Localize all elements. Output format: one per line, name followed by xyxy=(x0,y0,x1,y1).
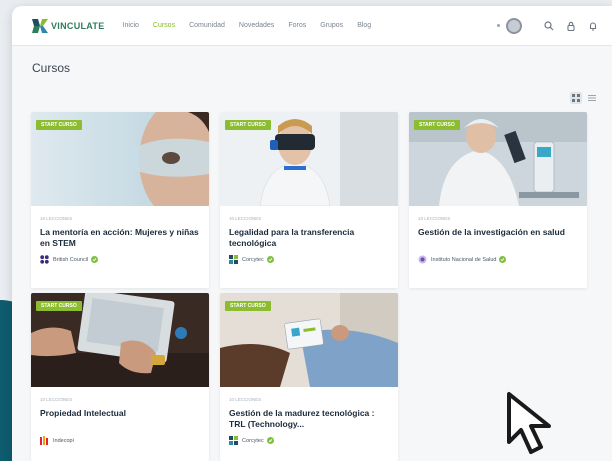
main-nav: Inicio Cursos Comunidad Novedades Foros … xyxy=(123,22,386,29)
ins-logo-icon xyxy=(418,255,427,264)
nav-item-foros[interactable]: Foros xyxy=(288,22,306,29)
course-provider: Indecopi xyxy=(40,436,209,445)
vr-headset-image: START CURSO xyxy=(220,112,398,206)
provider-name: Indecopi xyxy=(53,437,74,444)
list-view-icon[interactable] xyxy=(586,92,598,104)
tablet-chart-image: START CURSO xyxy=(220,293,398,387)
logo-text: VINCULATE xyxy=(51,20,105,31)
verified-check-icon xyxy=(91,256,99,263)
provider-name: Corcytec xyxy=(242,437,264,444)
logo[interactable]: VINCULATE xyxy=(32,18,105,33)
bell-icon[interactable] xyxy=(586,19,600,33)
nav-item-novedades[interactable]: Novedades xyxy=(239,22,274,29)
separator-dot xyxy=(497,24,500,27)
tablet-hands-image: START CURSO xyxy=(31,293,209,387)
provider-name: British Council xyxy=(53,256,89,263)
course-badge: START CURSO xyxy=(414,120,460,130)
topbar-actions xyxy=(497,17,600,34)
grid-view-icon[interactable] xyxy=(570,92,582,104)
provider-name: Instituto Nacional de Salud xyxy=(431,256,497,263)
verified-check-icon xyxy=(266,256,274,263)
course-card[interactable]: START CURSO 10 LECCIONES Legalidad para … xyxy=(220,112,398,288)
top-navigation-bar: VINCULATE Inicio Cursos Comunidad Noveda… xyxy=(12,6,612,46)
corcytec-logo-icon xyxy=(229,436,238,445)
course-provider: Instituto Nacional de Salud xyxy=(418,255,587,264)
lesson-count: 10 LECCIONES xyxy=(418,216,451,221)
nav-item-comunidad[interactable]: Comunidad xyxy=(189,22,225,29)
corcytec-logo-icon xyxy=(229,255,238,264)
course-badge: START CURSO xyxy=(36,120,82,130)
mouse-cursor-icon xyxy=(507,392,551,454)
nav-item-cursos[interactable]: Cursos xyxy=(153,22,175,29)
nav-item-inicio[interactable]: Inicio xyxy=(123,22,139,29)
lesson-count: 10 LECCIONES xyxy=(229,216,262,221)
course-title[interactable]: Gestión de la madurez tecnológica : TRL … xyxy=(229,408,389,432)
user-avatar[interactable] xyxy=(506,17,522,34)
lock-icon[interactable] xyxy=(564,19,578,33)
verified-check-icon xyxy=(266,437,274,444)
course-badge: START CURSO xyxy=(36,301,82,311)
course-card[interactable]: START CURSO 10 LECCIONES Gestión de la i… xyxy=(409,112,587,288)
course-badge: START CURSO xyxy=(225,120,271,130)
woman-goggles-image: START CURSO xyxy=(31,112,209,206)
indecopi-logo-icon xyxy=(40,436,48,445)
course-card[interactable]: START CURSO 10 LECCIONES Propiedad Intel… xyxy=(31,293,209,461)
lesson-count: 10 LECCIONES xyxy=(40,216,73,221)
course-title[interactable]: Legalidad para la transferencia tecnológ… xyxy=(229,227,389,251)
nav-item-blog[interactable]: Blog xyxy=(357,22,371,29)
lesson-count: 10 LECCIONES xyxy=(229,397,262,402)
course-badge: START CURSO xyxy=(225,301,271,311)
page-title: Cursos xyxy=(32,61,71,75)
logo-mark-icon xyxy=(32,18,48,33)
course-provider: British Council xyxy=(40,255,209,264)
course-card[interactable]: START CURSO 10 LECCIONES Gestión de la m… xyxy=(220,293,398,461)
course-title[interactable]: Propiedad Intelectual xyxy=(40,408,200,432)
course-provider: Corcytec xyxy=(229,255,398,264)
verified-check-icon xyxy=(499,256,507,263)
microscope-lab-image: START CURSO xyxy=(409,112,587,206)
lesson-count: 10 LECCIONES xyxy=(40,397,73,402)
search-icon[interactable] xyxy=(542,19,556,33)
view-toggles xyxy=(566,92,598,104)
course-title[interactable]: Gestión de la investigación en salud xyxy=(418,227,578,251)
course-title[interactable]: La mentoría en acción: Mujeres y niñas e… xyxy=(40,227,200,251)
nav-item-grupos[interactable]: Grupos xyxy=(320,22,343,29)
provider-name: Corcytec xyxy=(242,256,264,263)
course-card[interactable]: START CURSO 10 LECCIONES La mentoría en … xyxy=(31,112,209,288)
course-provider: Corcytec xyxy=(229,436,398,445)
british-council-logo-icon xyxy=(40,255,49,264)
